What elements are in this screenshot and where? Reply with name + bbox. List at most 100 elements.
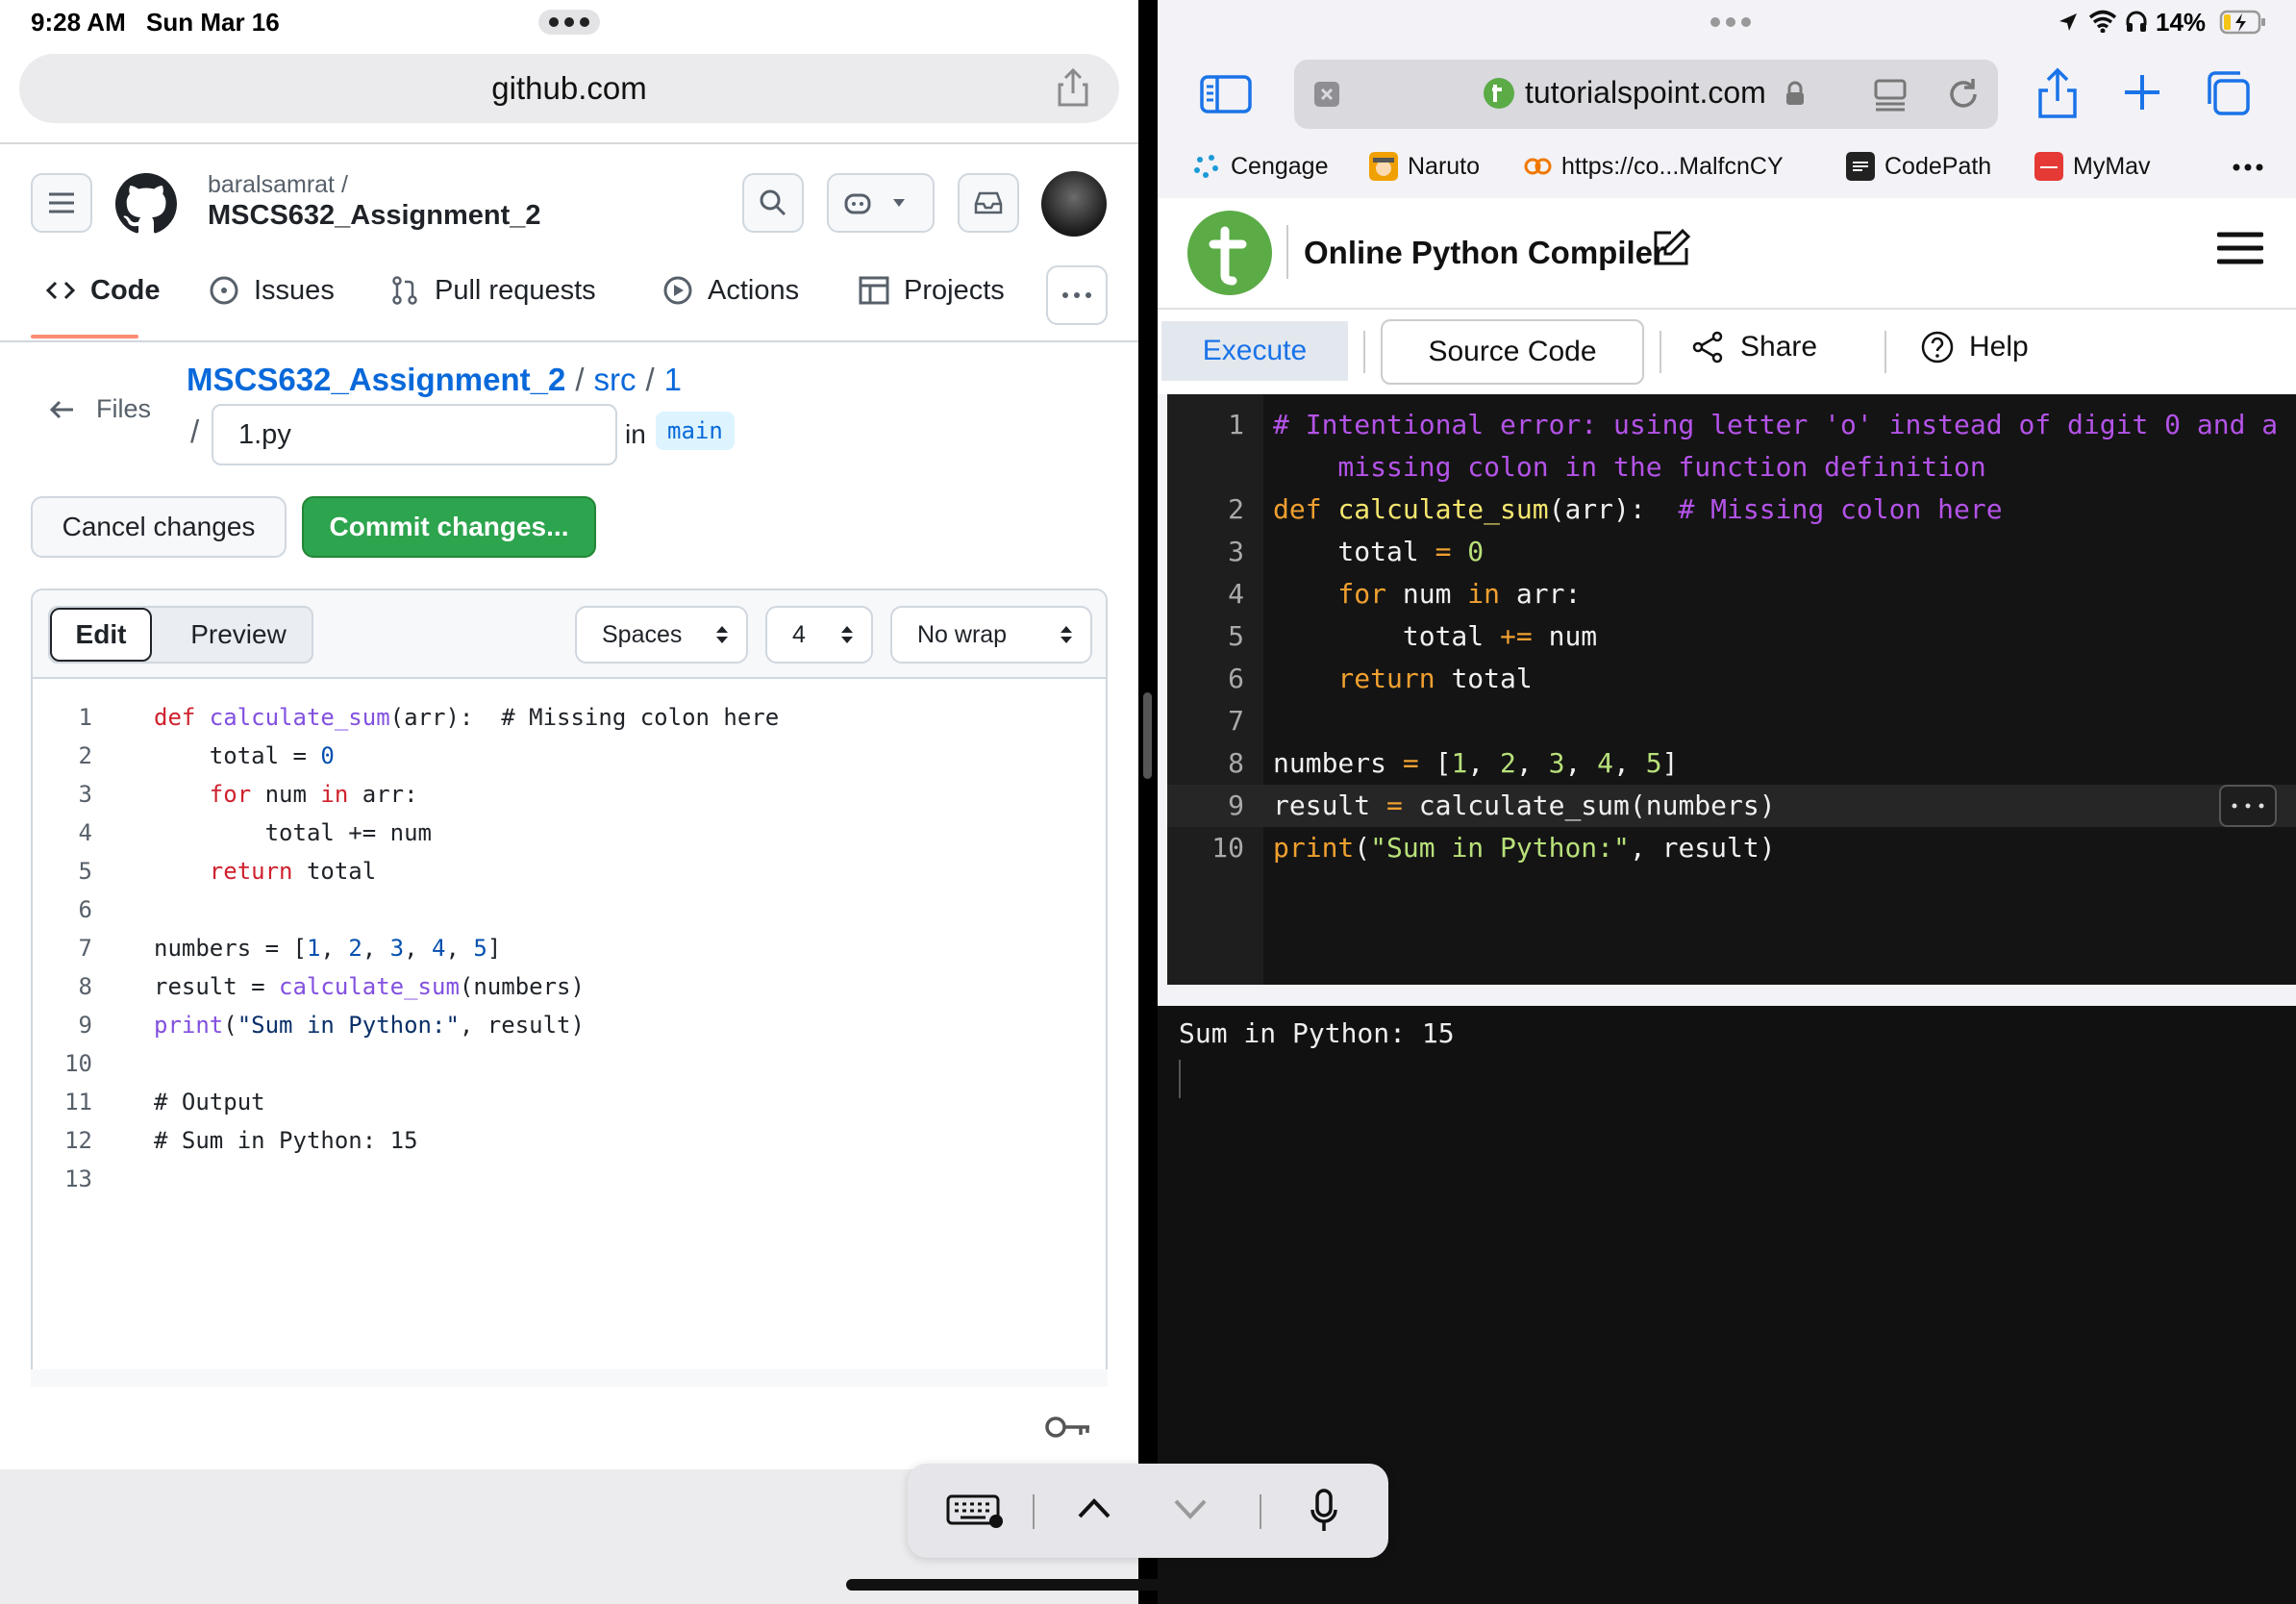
code-line[interactable]: 8 numbers = [1, 2, 3, 4, 5] xyxy=(1167,742,2296,785)
edit-icon[interactable] xyxy=(1650,227,1692,269)
execute-button[interactable]: Execute xyxy=(1161,321,1348,381)
code-line[interactable]: 2 total = 0 xyxy=(33,737,1090,775)
code-line[interactable]: 3 total = 0 xyxy=(1167,531,2296,573)
page-title: Online Python Compiler xyxy=(1304,235,1665,270)
code-line[interactable]: 12 # Sum in Python: 15 xyxy=(33,1121,1090,1160)
key-icon[interactable] xyxy=(1044,1414,1092,1441)
code-editor[interactable]: 1 # Intentional error: using letter 'o' i… xyxy=(1167,394,2296,985)
repo-name[interactable]: MSCS632_Assignment_2 xyxy=(208,200,541,232)
chevron-up-icon[interactable] xyxy=(1077,1496,1111,1519)
tutorialspoint-logo-icon[interactable] xyxy=(1186,210,1273,296)
line-code: # Sum in Python: 15 xyxy=(154,1127,418,1154)
code-line[interactable]: 8 result = calculate_sum(numbers) xyxy=(33,967,1090,1006)
code-line[interactable]: 13 xyxy=(33,1160,1090,1198)
source-code-button[interactable]: Source Code xyxy=(1381,319,1644,385)
code-line[interactable]: 4 for num in arr: xyxy=(1167,573,2296,615)
branch-badge[interactable]: main xyxy=(656,412,735,450)
hamburger-icon[interactable] xyxy=(2217,231,2263,265)
edit-label: Edit xyxy=(75,619,127,649)
breadcrumb-dir-link[interactable]: 1 xyxy=(664,362,682,398)
tab-projects[interactable]: Projects xyxy=(858,274,1005,307)
new-tab-icon[interactable] xyxy=(2123,73,2161,112)
mymav-icon xyxy=(2034,152,2063,181)
line-number: 4 xyxy=(78,819,92,846)
avatar[interactable] xyxy=(1041,171,1107,237)
line-code: def calculate_sum(arr): # Missing colon … xyxy=(1273,493,2003,525)
tab-code[interactable]: Code xyxy=(44,274,161,307)
code-editor[interactable]: 1 def calculate_sum(arr): # Missing colon… xyxy=(33,698,1106,1371)
tab-pull-requests[interactable]: Pull requests xyxy=(388,274,596,307)
reader-icon[interactable] xyxy=(1873,77,1908,112)
code-line[interactable]: missing colon in the function definition xyxy=(1167,446,2296,489)
code-line[interactable]: 3 for num in arr: xyxy=(33,775,1090,814)
help-button[interactable]: Help xyxy=(1921,331,2029,363)
split-view-handle[interactable] xyxy=(1143,692,1152,779)
tab-edit[interactable]: Edit xyxy=(50,608,152,662)
bookmark-label: https://co...MalfcnCY xyxy=(1561,152,1784,180)
breadcrumb-src-link[interactable]: src xyxy=(594,362,636,398)
status-time: 9:28 AM xyxy=(31,8,126,37)
code-line[interactable]: 1 # Intentional error: using letter 'o' i… xyxy=(1167,404,2296,446)
multitask-dots-icon[interactable] xyxy=(538,10,600,35)
bookmark-naruto[interactable]: Naruto xyxy=(1369,152,1480,181)
indent-size-select[interactable]: 4 xyxy=(765,606,873,664)
repo-owner[interactable]: baralsamrat / xyxy=(208,171,348,199)
split-view-divider[interactable] xyxy=(1138,0,1158,1604)
github-logo-icon[interactable] xyxy=(115,173,177,235)
cancel-changes-button[interactable]: Cancel changes xyxy=(31,496,287,558)
multitask-dots-icon[interactable] xyxy=(1704,10,1758,35)
indent-mode-select[interactable]: Spaces xyxy=(575,606,748,664)
wrap-mode-select[interactable]: No wrap xyxy=(890,606,1092,664)
commit-changes-button[interactable]: Commit changes... xyxy=(302,496,596,558)
bookmark-cengage[interactable]: Cengage xyxy=(1192,152,1328,181)
more-tabs-button[interactable] xyxy=(1046,265,1108,325)
more-bookmarks-icon[interactable] xyxy=(2233,163,2263,171)
files-label: Files xyxy=(96,394,152,423)
tutorialspoint-pane: 14% tutorialspoint.com Cengage Naruto ht… xyxy=(1158,0,2296,1604)
code-line[interactable]: 1 def calculate_sum(arr): # Missing colon… xyxy=(33,698,1090,737)
menu-button[interactable] xyxy=(31,173,92,233)
keyboard-shortcut-bar xyxy=(908,1464,1388,1558)
bookmark-mymav[interactable]: MyMav xyxy=(2034,152,2151,181)
code-line[interactable]: 10 print("Sum in Python:", result) xyxy=(1167,827,2296,869)
editor-more-button[interactable] xyxy=(2219,785,2277,827)
sidebar-icon[interactable] xyxy=(1200,73,1252,115)
tabs-overview-icon[interactable] xyxy=(2204,69,2252,117)
code-line[interactable]: 5 total += num xyxy=(1167,615,2296,658)
code-line[interactable]: 7 numbers = [1, 2, 3, 4, 5] xyxy=(33,929,1090,967)
filename-input[interactable]: 1.py xyxy=(212,404,617,465)
codepath-icon xyxy=(1846,152,1875,181)
code-line[interactable]: 5 return total xyxy=(33,852,1090,890)
code-line[interactable]: 7 xyxy=(1167,700,2296,742)
tab-issues[interactable]: Issues xyxy=(208,274,335,307)
bookmark-coursera[interactable]: https://co...MalfcnCY xyxy=(1523,152,1784,181)
line-number: 7 xyxy=(1228,705,1244,737)
home-indicator[interactable] xyxy=(846,1579,1450,1591)
share-icon[interactable] xyxy=(1056,67,1090,108)
code-line[interactable]: 4 total += num xyxy=(33,814,1090,852)
indent-mode-value: Spaces xyxy=(602,620,683,648)
copilot-button[interactable] xyxy=(827,173,935,233)
inbox-button[interactable] xyxy=(958,173,1019,233)
microphone-icon[interactable] xyxy=(1310,1489,1338,1535)
breadcrumb-repo-link[interactable]: MSCS632_Assignment_2 xyxy=(187,362,565,398)
search-button[interactable] xyxy=(742,173,804,233)
code-line[interactable]: 6 return total xyxy=(1167,658,2296,700)
code-line[interactable]: 6 xyxy=(33,890,1090,929)
chevron-down-icon[interactable] xyxy=(1173,1498,1208,1521)
code-line[interactable]: 9 print("Sum in Python:", result) xyxy=(33,1006,1090,1044)
tab-actions[interactable]: Actions xyxy=(661,274,799,307)
reload-icon[interactable] xyxy=(1946,77,1981,112)
share-icon[interactable] xyxy=(2036,67,2079,119)
code-line[interactable]: 10 xyxy=(33,1044,1090,1083)
keyboard-icon[interactable] xyxy=(946,1494,1004,1529)
tab-preview[interactable]: Preview xyxy=(167,608,310,662)
bookmark-codepath[interactable]: CodePath xyxy=(1846,152,1991,181)
files-button[interactable]: Files xyxy=(48,394,151,424)
code-line[interactable]: 9 result = calculate_sum(numbers) xyxy=(1167,785,2296,827)
close-tab-icon[interactable] xyxy=(1313,81,1340,108)
address-bar[interactable]: github.com xyxy=(19,54,1119,123)
code-line[interactable]: 11 # Output xyxy=(33,1083,1090,1121)
share-button[interactable]: Share xyxy=(1692,331,1817,363)
code-line[interactable]: 2 def calculate_sum(arr): # Missing colon… xyxy=(1167,489,2296,531)
